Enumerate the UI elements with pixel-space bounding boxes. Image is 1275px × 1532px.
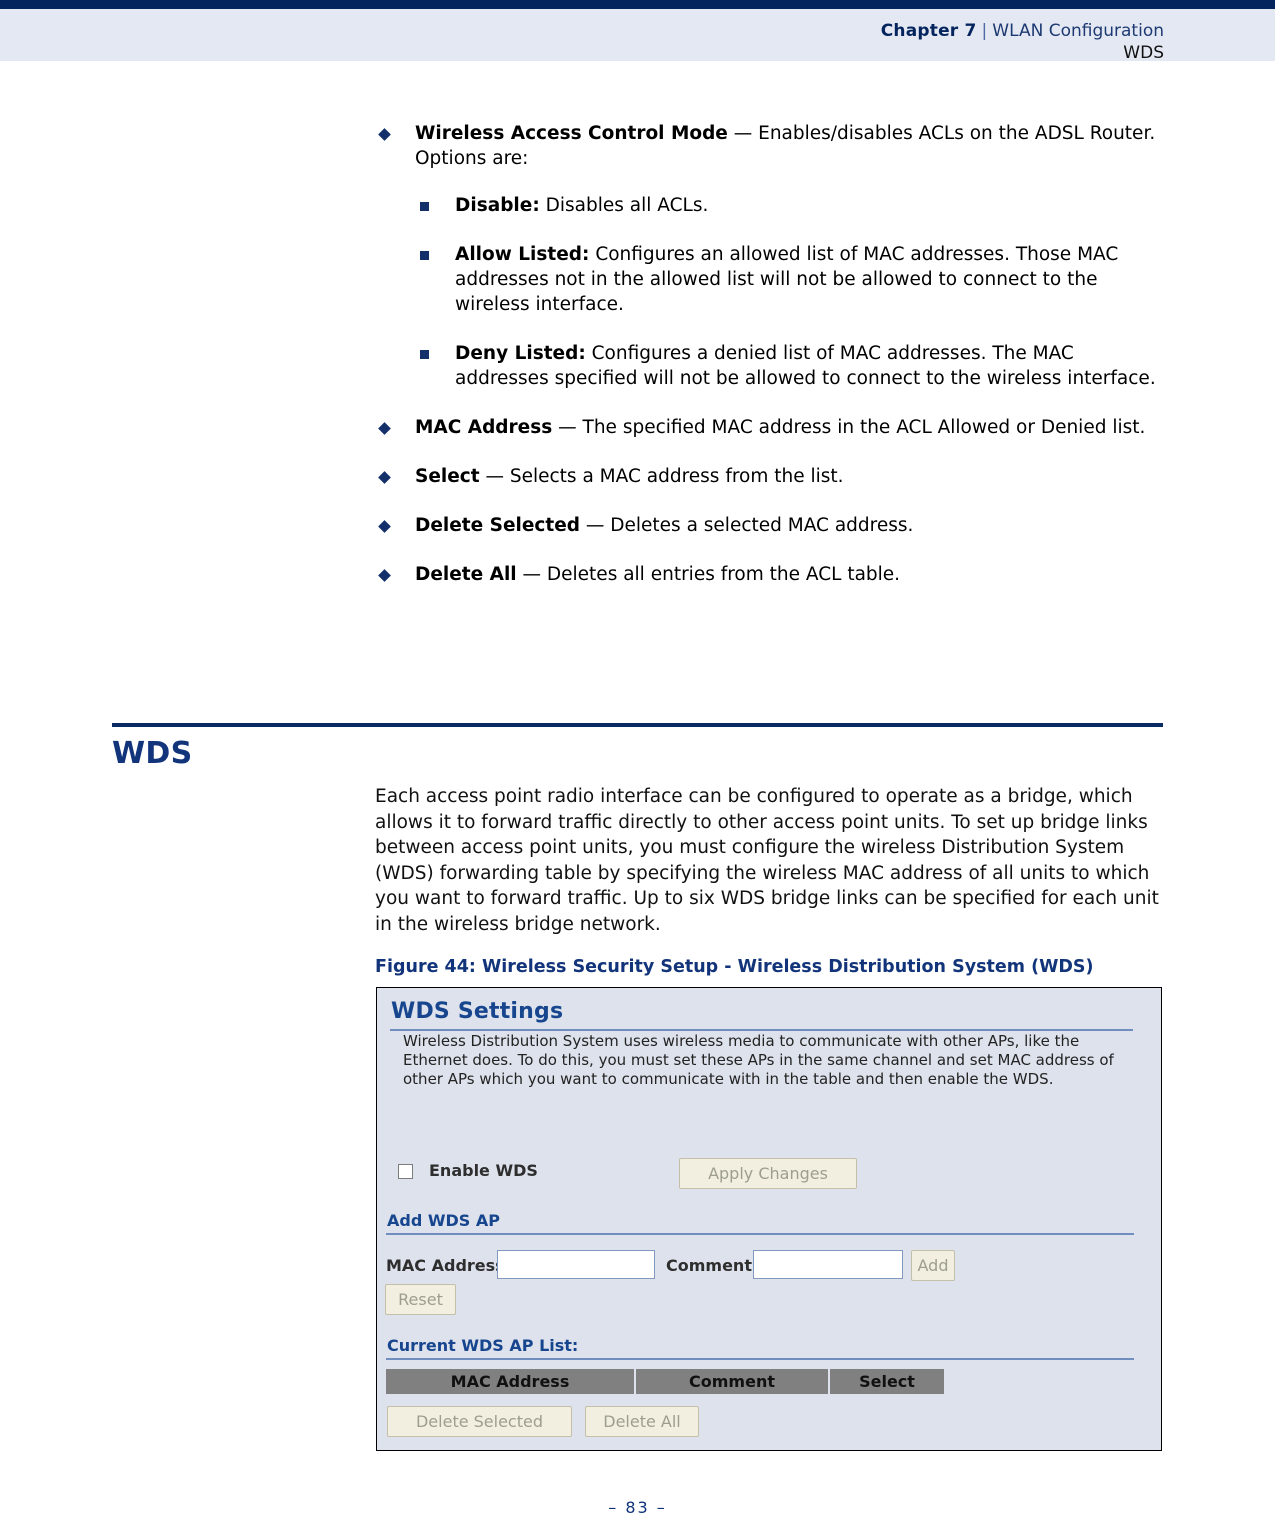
option-term: Allow Listed:	[455, 244, 590, 265]
running-header-band: Chapter 7 | WLAN Configuration WDS	[0, 9, 1275, 63]
param-dash: —	[558, 417, 577, 438]
param-term: Delete All	[415, 564, 517, 585]
wds-ap-table-header-row: MAC Address Comment Select	[386, 1369, 944, 1394]
list-item-wireless-access-control-mode: Wireless Access Control Mode — Enables/d…	[375, 121, 1165, 391]
current-wds-ap-list-heading: Current WDS AP List:	[387, 1336, 579, 1355]
figure-wds-settings-screenshot: WDS Settings Wireless Distribution Syste…	[376, 987, 1162, 1451]
enable-wds-row: Enable WDS Apply Changes	[398, 1158, 1138, 1192]
comment-input[interactable]	[753, 1250, 903, 1279]
list-item-mac-address: MAC Address — The specified MAC address …	[375, 415, 1165, 440]
list-item-allow-listed: Allow Listed: Configures an allowed list…	[415, 242, 1165, 317]
list-item-disable: Disable: Disables all ACLs.	[415, 193, 1165, 218]
page-top-rule	[0, 0, 1275, 9]
param-dash: —	[485, 466, 504, 487]
acl-parameter-list: Wireless Access Control Mode — Enables/d…	[375, 121, 1165, 611]
add-wds-ap-heading: Add WDS AP	[387, 1211, 500, 1230]
comment-label: Comment	[666, 1256, 752, 1275]
option-term: Deny Listed:	[455, 343, 586, 364]
section-heading-wds: WDS	[112, 736, 193, 771]
enable-wds-label: Enable WDS	[429, 1161, 538, 1180]
page-number: – 83 –	[608, 1498, 667, 1517]
param-description: Selects a MAC address from the list.	[509, 466, 844, 487]
figure-caption: Figure 44: Wireless Security Setup - Wir…	[375, 957, 1094, 977]
param-dash: —	[585, 515, 605, 536]
parameter-bullet-list: Wireless Access Control Mode — Enables/d…	[375, 121, 1165, 587]
mac-address-label: MAC Address	[386, 1256, 505, 1275]
apply-changes-button[interactable]: Apply Changes	[679, 1158, 857, 1189]
list-item-deny-listed: Deny Listed: Configures a denied list of…	[415, 341, 1165, 391]
mac-address-input[interactable]	[497, 1250, 655, 1279]
delete-all-button[interactable]: Delete All	[585, 1406, 699, 1437]
param-term: MAC Address	[415, 417, 553, 438]
list-item-delete-all: Delete All — Deletes all entries from th…	[375, 562, 1165, 587]
section-body-paragraph: Each access point radio interface can be…	[375, 786, 1159, 935]
header-separator: |	[981, 21, 988, 41]
section-divider-rule	[112, 723, 1163, 727]
param-term: Wireless Access Control Mode	[415, 123, 728, 144]
param-term: Delete Selected	[415, 515, 580, 536]
param-description: Deletes all entries from the ACL table.	[546, 564, 901, 585]
table-header-comment: Comment	[636, 1369, 830, 1394]
reset-button[interactable]: Reset	[385, 1284, 456, 1315]
running-header-line-2: WDS	[1123, 43, 1164, 63]
option-sub-list: Disable: Disables all ACLs. Allow Listed…	[415, 193, 1165, 391]
header-section-title: WLAN Configuration	[992, 21, 1164, 41]
header-chapter-label: Chapter 7	[880, 21, 977, 41]
param-dash: —	[733, 123, 753, 144]
param-dash: —	[522, 564, 542, 585]
table-header-select: Select	[830, 1369, 944, 1394]
enable-wds-checkbox[interactable]	[398, 1164, 413, 1179]
option-description: Disables all ACLs.	[545, 195, 709, 216]
delete-selected-button[interactable]: Delete Selected	[387, 1406, 572, 1437]
add-button[interactable]: Add	[911, 1250, 955, 1281]
list-item-delete-selected: Delete Selected — Deletes a selected MAC…	[375, 513, 1165, 538]
table-header-mac-address: MAC Address	[386, 1369, 636, 1394]
wds-settings-title-rule	[390, 1029, 1133, 1031]
add-wds-ap-rule	[386, 1233, 1134, 1235]
param-term: Select	[415, 466, 480, 487]
option-term: Disable:	[455, 195, 540, 216]
wds-settings-description: Wireless Distribution System uses wirele…	[403, 1032, 1114, 1088]
param-description: Deletes a selected MAC address.	[610, 515, 914, 536]
param-description: The specified MAC address in the ACL All…	[582, 417, 1146, 438]
current-wds-ap-list-rule	[386, 1358, 1134, 1360]
list-item-select: Select — Selects a MAC address from the …	[375, 464, 1165, 489]
wds-settings-title: WDS Settings	[391, 999, 564, 1024]
running-header-line-1: Chapter 7 | WLAN Configuration	[881, 20, 1164, 42]
